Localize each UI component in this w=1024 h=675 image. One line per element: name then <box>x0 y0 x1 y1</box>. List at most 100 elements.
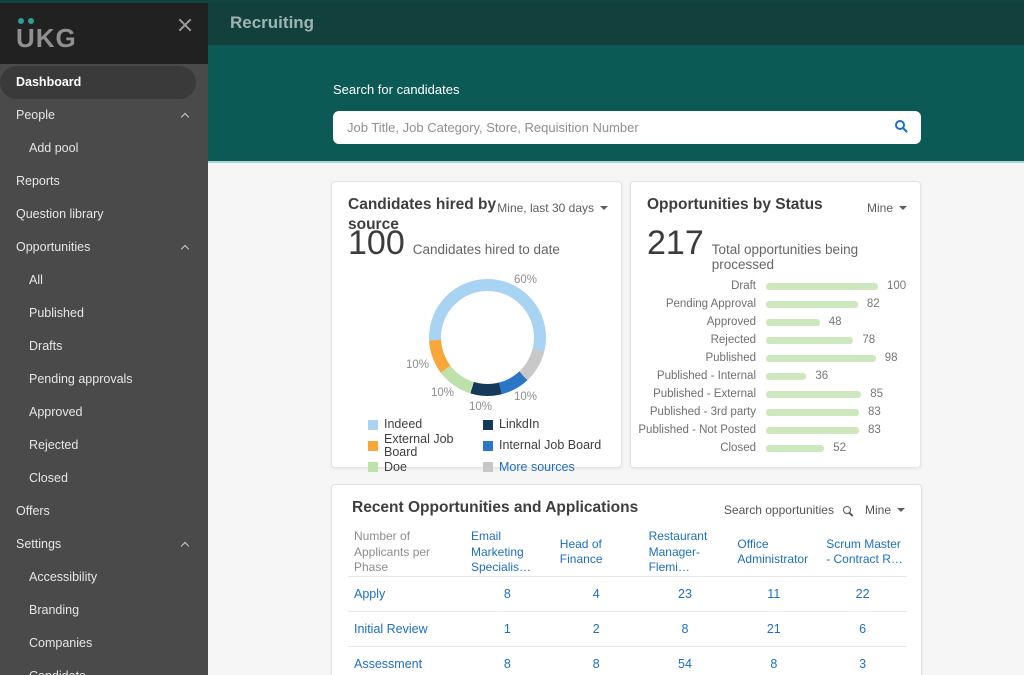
sidebar-item-label: Drafts <box>29 339 63 353</box>
sidebar-item-label: Rejected <box>29 438 79 452</box>
status-bar-fill <box>766 282 878 290</box>
sidebar-item-settings[interactable]: Settings <box>0 528 208 561</box>
hired-filter-dropdown[interactable]: Mine, last 30 days <box>497 201 608 215</box>
filter-label: Mine, last 30 days <box>497 201 594 215</box>
status-bar-row: Closed 52 <box>720 442 847 454</box>
sidebar-item-people[interactable]: People <box>0 99 208 132</box>
status-bar-fill <box>766 426 859 434</box>
sidebar-item-opportunities[interactable]: Opportunities <box>0 231 208 264</box>
status-bar-chart: Draft 100 Pending Approval 82 Approved 48 R… <box>631 277 920 457</box>
sidebar-item-approved[interactable]: Approved <box>0 396 208 429</box>
opportunity-column-link[interactable]: Email Marketing Specialis… <box>463 529 552 577</box>
status-bar-fill <box>766 336 854 344</box>
candidate-search-box <box>333 111 921 144</box>
status-bar-fill <box>766 372 807 380</box>
legend-swatch <box>483 419 493 430</box>
sidebar-item-drafts[interactable]: Drafts <box>0 330 208 363</box>
metric-caption: Total opportunities being processed <box>711 242 859 272</box>
row-header: Number of Applicants per Phase <box>348 529 463 577</box>
sidebar-item-label: Companies <box>29 636 93 650</box>
sidebar: UKG Dashboard People Add pool Reports Qu… <box>0 0 208 675</box>
sidebar-item-dashboard[interactable]: Dashboard <box>0 66 196 99</box>
sidebar-item-branding[interactable]: Branding <box>0 594 208 627</box>
status-bar-row: Published - External 85 <box>653 388 883 400</box>
more-sources-link[interactable]: More sources <box>483 460 601 475</box>
applicant-count: 54 <box>640 646 730 675</box>
applicant-count: 8 <box>729 646 819 675</box>
search-icon[interactable] <box>842 506 851 514</box>
status-bar-fill <box>766 354 876 362</box>
sidebar-item-label: Dashboard <box>16 75 82 89</box>
chevron-up-icon <box>180 541 190 551</box>
topbar: Recruiting <box>208 0 1024 45</box>
sidebar-item-label: People <box>16 108 55 122</box>
candidates-hired-card: Candidates hired by source Mine, last 30… <box>331 181 622 473</box>
sidebar-item-accessibility[interactable]: Accessibility <box>0 561 208 594</box>
legend-item-internal-job-board: Internal Job Board <box>483 433 601 460</box>
applicant-count: 21 <box>729 611 819 647</box>
sidebar-item-question-library[interactable]: Question library <box>0 198 208 231</box>
legend-swatch <box>483 462 493 473</box>
sidebar-menu: Dashboard People Add pool Reports Questi… <box>0 66 208 675</box>
recent-filter-dropdown[interactable]: Mine <box>865 503 891 517</box>
chevron-up-icon <box>180 112 190 122</box>
phase-link[interactable]: Assessment <box>348 646 463 675</box>
sidebar-item-add-pool[interactable]: Add pool <box>0 132 208 165</box>
sidebar-item-reports[interactable]: Reports <box>0 165 208 198</box>
caret-down-icon <box>897 508 905 512</box>
status-bar-fill <box>766 408 859 416</box>
status-bar-fill <box>766 390 862 398</box>
opportunity-column-link[interactable]: Scrum Master - Contract R… <box>818 529 907 577</box>
sidebar-item-companies[interactable]: Companies <box>0 627 208 660</box>
sidebar-item-label: Branding <box>29 603 80 617</box>
close-icon[interactable] <box>177 17 193 33</box>
sidebar-item-label: Closed <box>29 471 68 485</box>
applicant-count: 22 <box>818 576 907 612</box>
status-bar-row: Published - Internal 36 <box>656 370 829 382</box>
table-header-row: Number of Applicants per Phase Email Mar… <box>348 529 907 577</box>
candidate-search-input[interactable] <box>333 111 921 144</box>
status-filter-dropdown[interactable]: Mine <box>867 201 907 215</box>
legend-swatch <box>368 462 378 473</box>
applicant-count: 8 <box>463 646 552 675</box>
phase-link[interactable]: Initial Review <box>348 611 463 647</box>
sidebar-item-closed[interactable]: Closed <box>0 462 208 495</box>
legend-swatch <box>483 441 493 451</box>
donut-chart <box>429 279 546 396</box>
legend-item-external-job-board: External Job Board <box>368 432 483 460</box>
opportunity-column-link[interactable]: Restaurant Manager-Flemi… <box>640 529 730 577</box>
applicant-count: 8 <box>640 611 730 647</box>
applicant-count: 11 <box>729 576 819 612</box>
sidebar-item-rejected[interactable]: Rejected <box>0 429 208 462</box>
recent-opportunities-card: Recent Opportunities and Applications Se… <box>331 484 922 675</box>
status-bar-row: Pending Approval 82 <box>665 298 880 310</box>
sidebar-item-candidate[interactable]: Candidate <box>0 660 208 675</box>
sidebar-item-label: Published <box>29 306 84 320</box>
phase-link[interactable]: Apply <box>348 576 463 612</box>
status-metric: 217 Total opportunities being processed <box>647 224 920 272</box>
search-opportunities-button[interactable]: Search opportunities <box>724 503 834 517</box>
donut-pct-label: 60% <box>514 274 538 286</box>
status-bar-row: Published - 3rd party 83 <box>649 406 881 418</box>
sidebar-item-pending-approvals[interactable]: Pending approvals <box>0 363 208 396</box>
status-bar-row: Published - Not Posted 83 <box>638 424 881 436</box>
card-title: Recent Opportunities and Applications <box>352 499 639 516</box>
donut-pct-label: 10% <box>406 359 430 371</box>
search-icon[interactable] <box>895 120 905 130</box>
sidebar-item-label: Settings <box>16 537 62 551</box>
recent-controls: Search opportunities Mine <box>724 503 905 517</box>
opportunity-column-link[interactable]: Office Administrator <box>729 529 819 577</box>
sidebar-item-label: Reports <box>16 174 60 188</box>
legend-swatch <box>368 419 378 430</box>
opportunities-by-status-card: Opportunities by Status Mine 217 Total o… <box>630 181 921 468</box>
metric-value: 100 <box>348 224 405 262</box>
caret-down-icon <box>600 206 608 210</box>
opportunity-column-link[interactable]: Head of Finance <box>551 529 641 577</box>
sidebar-item-offers[interactable]: Offers <box>0 495 208 528</box>
logo-text: UKG <box>16 23 77 53</box>
sidebar-item-all[interactable]: All <box>0 264 208 297</box>
status-bar-row: Draft 100 <box>731 280 907 292</box>
card-title: Opportunities by Status <box>647 196 823 213</box>
filter-label: Mine <box>866 201 893 215</box>
sidebar-item-published[interactable]: Published <box>0 297 208 330</box>
